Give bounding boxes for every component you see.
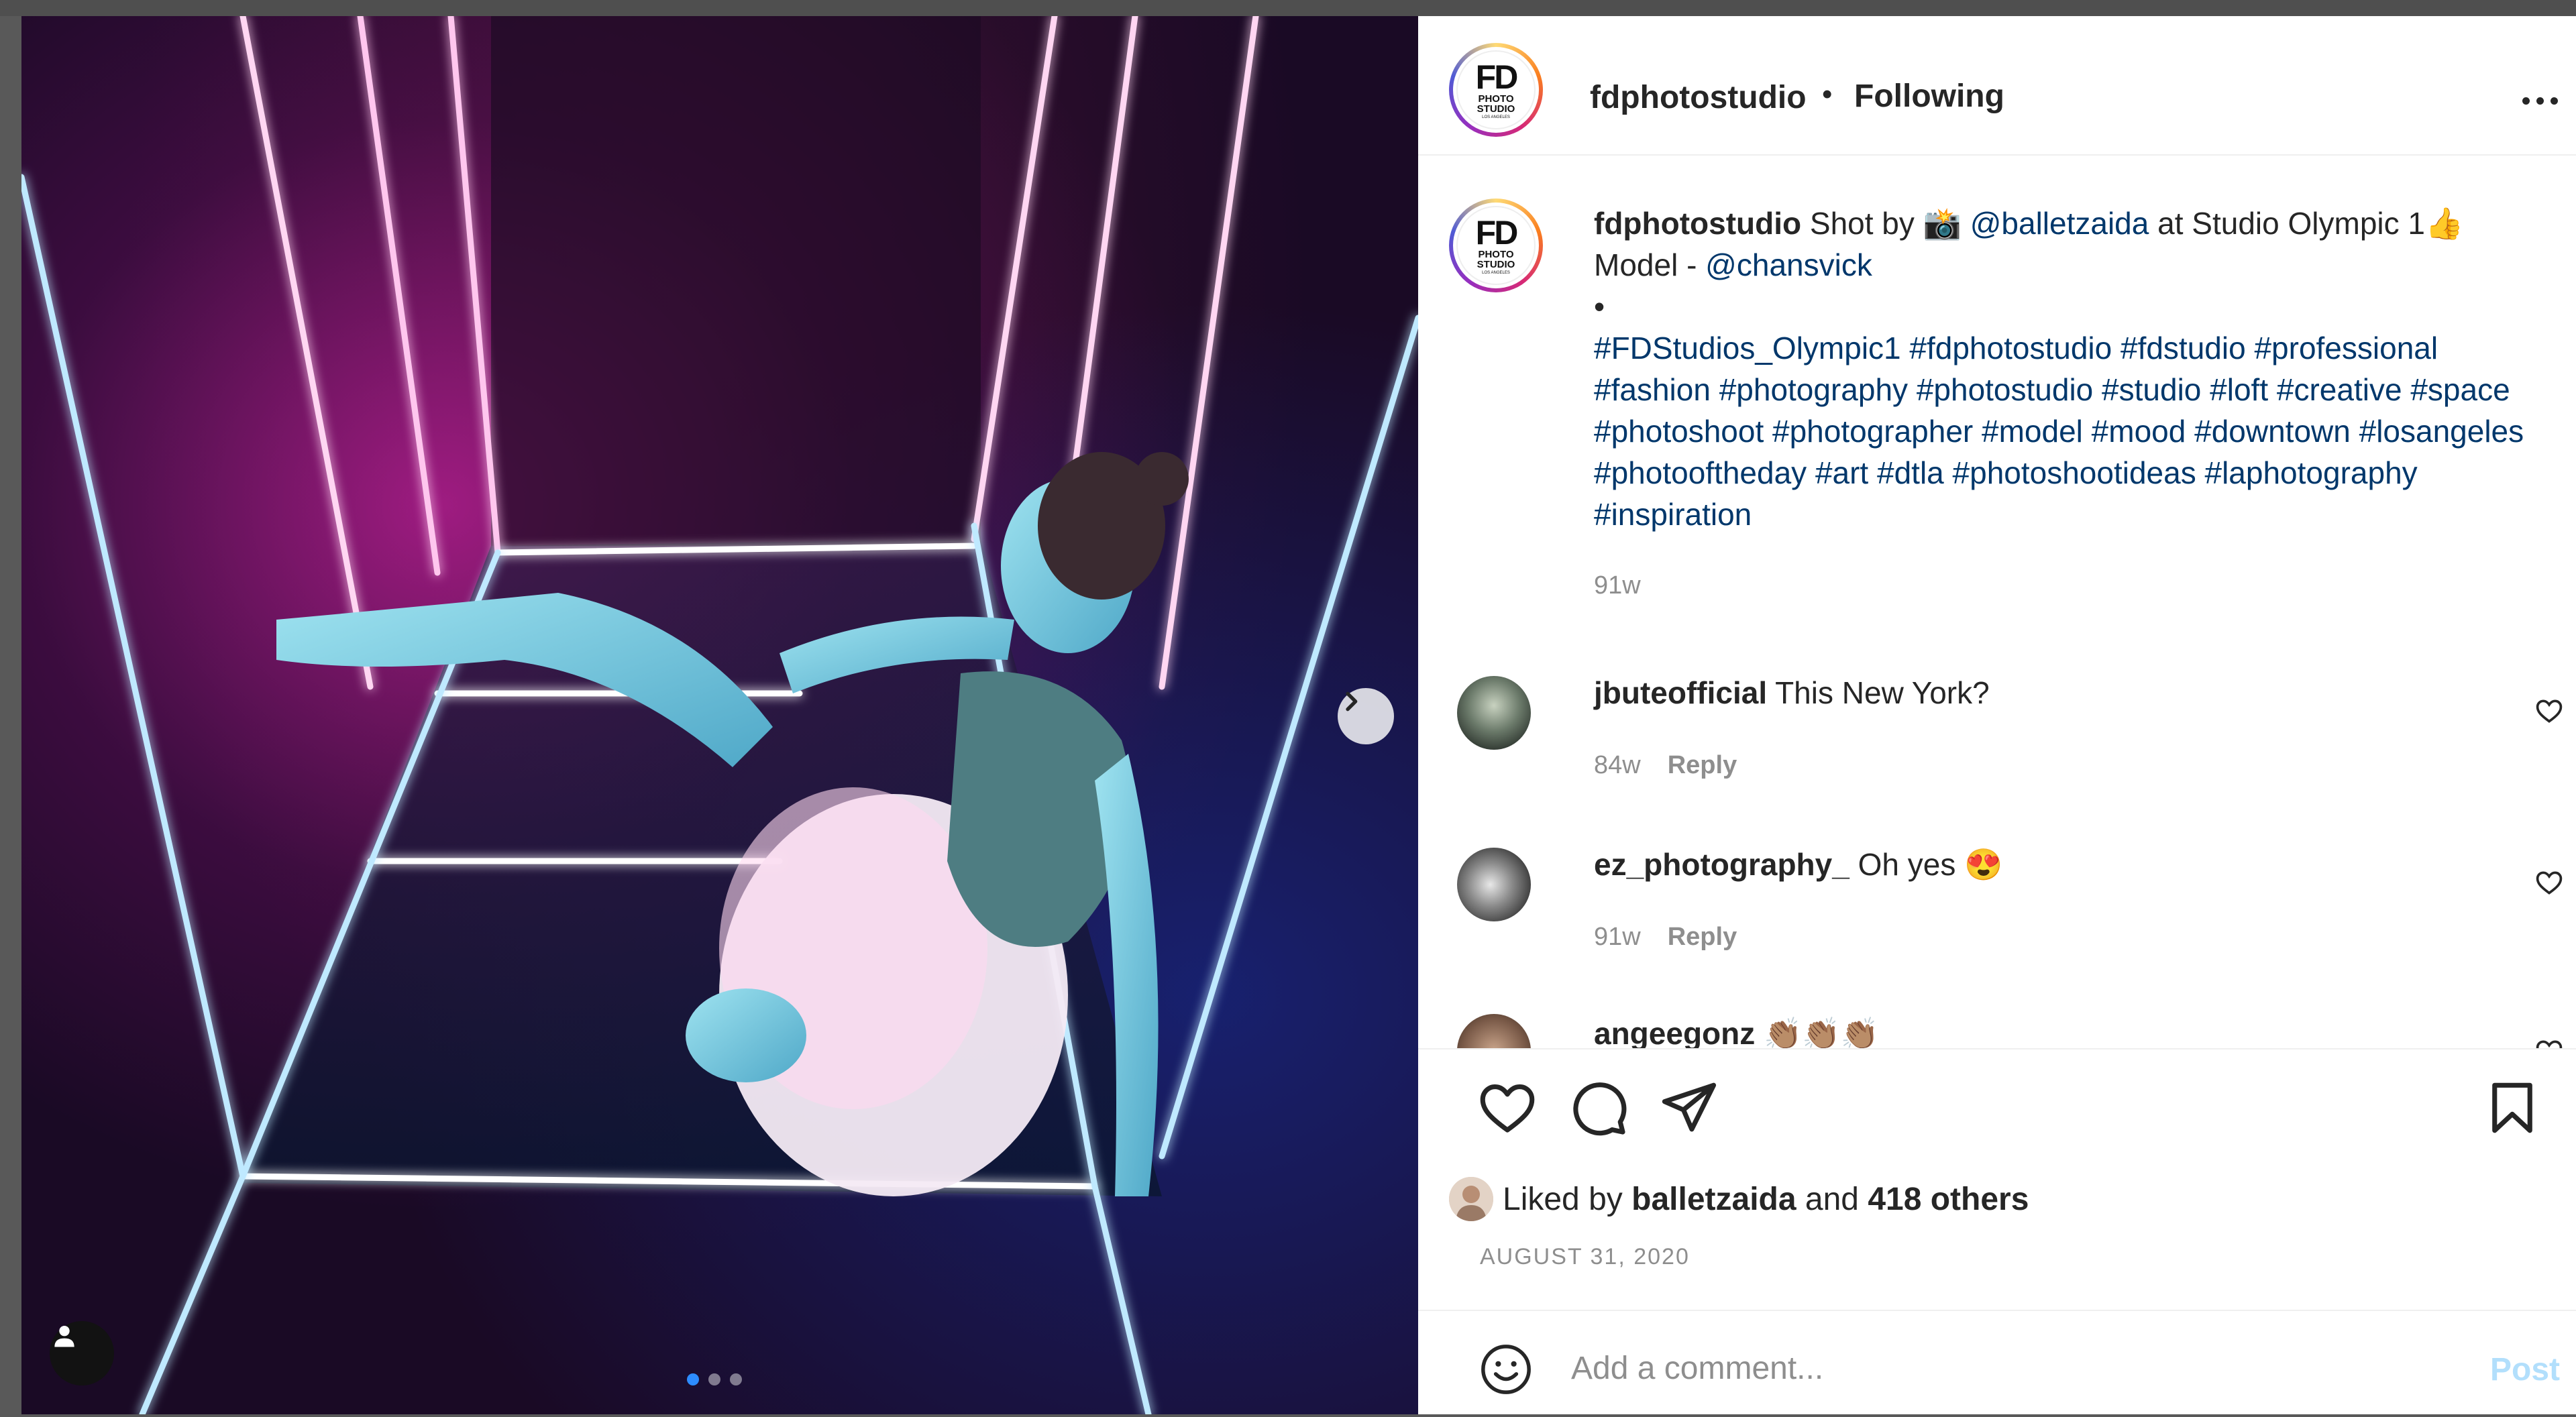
next-photo-button[interactable]: [1338, 688, 1394, 744]
caption-text: at Studio Olympic 1👍: [2149, 206, 2464, 241]
caption-text: Shot by 📸: [1801, 206, 1970, 241]
post-modal: FD PHOTO STUDIO LOS ANGELES fdphotostudi…: [21, 16, 2576, 1414]
background-page: [0, 0, 2576, 16]
share-icon[interactable]: [1658, 1078, 1719, 1138]
commenter-avatar[interactable]: [1457, 848, 1531, 921]
user-tags-button[interactable]: [50, 1321, 114, 1385]
reply-button[interactable]: Reply: [1668, 923, 1737, 951]
header-separator: •: [1822, 78, 1833, 111]
bookmark-icon[interactable]: [2482, 1078, 2542, 1138]
carousel-dot: [708, 1373, 720, 1385]
carousel-dot: [730, 1373, 742, 1385]
studio-logo: FD PHOTO STUDIO LOS ANGELES: [1456, 50, 1536, 129]
comment-text: ez_photography_ Oh yes 😍: [1594, 847, 2003, 882]
comment-text: angeegonz 👏🏽👏🏽👏🏽: [1594, 1015, 1879, 1048]
comment-username[interactable]: angeegonz: [1594, 1016, 1755, 1048]
carousel-indicator: [687, 1373, 742, 1385]
liked-by-others[interactable]: 418 others: [1868, 1182, 2029, 1217]
post-photo: [21, 16, 1418, 1414]
comment-time: 91w: [1594, 923, 1641, 951]
comment-username[interactable]: ez_photography_: [1594, 847, 1849, 882]
liked-by-text: Liked by balletzaida and 418 others: [1503, 1181, 2029, 1217]
like-heart-icon[interactable]: [1477, 1078, 1538, 1138]
hashtag-list[interactable]: #FDStudios_Olympic1 #fdphotostudio #fdst…: [1594, 331, 2524, 532]
post-header: FD PHOTO STUDIO LOS ANGELES fdphotostudi…: [1418, 16, 2576, 156]
liker-avatar[interactable]: [1449, 1177, 1493, 1221]
comment-meta: 84w Reply: [1594, 751, 1737, 780]
studio-logo: FD PHOTO STUDIO LOS ANGELES: [1456, 206, 1536, 285]
post-caption: fdphotostudio Shot by 📸 @balletzaida at …: [1594, 203, 2546, 535]
comment-input[interactable]: [1570, 1341, 2445, 1396]
likes-summary: Liked by balletzaida and 418 others: [1449, 1176, 2029, 1223]
reply-button[interactable]: Reply: [1668, 751, 1737, 779]
author-avatar[interactable]: FD PHOTO STUDIO LOS ANGELES: [1449, 43, 1543, 137]
carousel-dot: [687, 1373, 699, 1385]
comment-text: jbuteofficial This New York?: [1594, 675, 1990, 710]
comment-heart-icon[interactable]: [2534, 696, 2564, 726]
more-icon: [2522, 97, 2530, 105]
mention-link[interactable]: @chansvick: [1705, 247, 1872, 282]
comment-meta: 91w Reply: [1594, 923, 1737, 952]
caption-text: Model -: [1594, 247, 1706, 282]
post-date: AUGUST 31, 2020: [1480, 1244, 1690, 1269]
caption-avatar[interactable]: FD PHOTO STUDIO LOS ANGELES: [1449, 199, 1543, 292]
mention-link[interactable]: @balletzaida: [1970, 206, 2149, 241]
commenter-avatar[interactable]: [1457, 676, 1531, 750]
caption-username[interactable]: fdphotostudio: [1594, 206, 1801, 241]
comment-heart-icon[interactable]: [2534, 868, 2564, 897]
comment-heart-icon[interactable]: [2534, 1037, 2564, 1048]
post-comment-button[interactable]: Post: [2490, 1351, 2560, 1388]
caption-bullet: •: [1594, 289, 1605, 324]
comment-username[interactable]: jbuteofficial: [1594, 675, 1767, 710]
post-actions: Liked by balletzaida and 418 others AUGU…: [1418, 1048, 2576, 1311]
commenter-avatar[interactable]: [1457, 1014, 1531, 1048]
more-options-button[interactable]: [2506, 80, 2573, 121]
neon-box-illustration: [21, 16, 1418, 1414]
following-button[interactable]: Following: [1854, 78, 2004, 115]
post-side-panel: FD PHOTO STUDIO LOS ANGELES fdphotostudi…: [1418, 16, 2576, 1414]
comments-list[interactable]: FD PHOTO STUDIO LOS ANGELES fdphotostudi…: [1418, 154, 2576, 1048]
comment-icon[interactable]: [1568, 1078, 1629, 1138]
add-comment-bar: Post: [1418, 1310, 2576, 1414]
comment-time: 84w: [1594, 751, 1641, 779]
liked-by-user[interactable]: balletzaida: [1631, 1182, 1796, 1217]
author-username[interactable]: fdphotostudio: [1590, 79, 1807, 116]
caption-timestamp: 91w: [1594, 571, 1641, 600]
emoji-icon[interactable]: [1479, 1342, 1534, 1397]
